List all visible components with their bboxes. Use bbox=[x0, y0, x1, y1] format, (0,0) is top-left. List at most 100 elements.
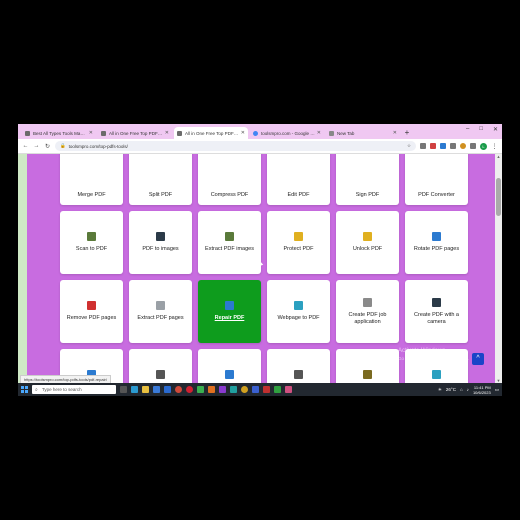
tool-card-protect-pdf[interactable]: Protect PDF bbox=[267, 211, 330, 274]
back-icon[interactable]: ← bbox=[22, 143, 29, 149]
extension-icon[interactable] bbox=[440, 143, 446, 149]
tool-card-pdf-overlay[interactable]: PDF Overlay bbox=[267, 349, 330, 383]
camera-icon bbox=[432, 297, 441, 307]
weather-icon[interactable]: ☀ bbox=[438, 387, 442, 393]
page-scrollbar[interactable]: ▲ ▼ bbox=[495, 154, 502, 383]
tool-card-rotate-pdf-pages[interactable]: Rotate PDF pages bbox=[405, 211, 468, 274]
task-view-icon[interactable] bbox=[120, 386, 127, 393]
tool-card-label: PDF Converter bbox=[418, 192, 455, 198]
job-icon bbox=[363, 297, 372, 307]
app-icon[interactable] bbox=[230, 386, 237, 393]
tab-1[interactable]: All in One Free Top PDFs Tools - Fre ✕ bbox=[98, 127, 172, 139]
mail-icon[interactable] bbox=[164, 386, 171, 393]
desktop-screen: Best All Types Tools Master Hub - Fr ✕ A… bbox=[18, 124, 502, 396]
scrollbar-thumb[interactable] bbox=[496, 178, 501, 216]
extension-icon[interactable] bbox=[460, 143, 466, 149]
tool-card-extract-pdf-images[interactable]: Extract PDF images bbox=[198, 211, 261, 274]
network-icon[interactable]: ⌂ bbox=[460, 387, 463, 392]
extract-images-icon bbox=[225, 232, 234, 241]
opera-icon[interactable] bbox=[186, 386, 193, 393]
app-icon[interactable] bbox=[197, 386, 204, 393]
tool-card-edit-pdf[interactable]: Edit PDF bbox=[267, 154, 330, 205]
tab-2[interactable]: All in One Free Top PDFs Tools - Fre ✕ bbox=[174, 127, 248, 139]
tab-label: New Tab bbox=[337, 130, 355, 136]
windows-taskbar: ⌕ Type here to search ☀ 26°C ⌂ ♪ 11:41 P… bbox=[18, 383, 502, 396]
scroll-to-top-button[interactable]: ^ bbox=[472, 353, 484, 365]
profile-avatar[interactable]: L bbox=[480, 142, 487, 150]
tool-card-add-watermark[interactable]: Add watermark bbox=[129, 349, 192, 383]
store-icon[interactable] bbox=[153, 386, 160, 393]
tool-card-label: Unlock PDF bbox=[352, 246, 383, 252]
tool-card-create-pdf-job-application[interactable]: Create PDF job application bbox=[336, 280, 399, 343]
app-icon[interactable] bbox=[252, 386, 259, 393]
chrome-icon[interactable] bbox=[241, 386, 248, 393]
page-content: Merge PDF Split PDF Compress PDF Edit PDF Si… bbox=[18, 154, 502, 383]
app-icon[interactable] bbox=[208, 386, 215, 393]
maximize-icon[interactable]: □ bbox=[479, 126, 483, 133]
system-tray: ☀ 26°C ⌂ ♪ 11:41 PM 10/6/2023 ▭ bbox=[438, 385, 499, 395]
minimize-icon[interactable]: – bbox=[466, 126, 469, 133]
volume-icon[interactable]: ♪ bbox=[467, 387, 469, 392]
app-icon[interactable] bbox=[219, 386, 226, 393]
tool-card-label: Sign PDF bbox=[355, 192, 380, 198]
notifications-icon[interactable]: ▭ bbox=[495, 387, 499, 393]
reload-icon[interactable]: ↻ bbox=[44, 143, 51, 150]
app-icon[interactable] bbox=[263, 386, 270, 393]
rotate-icon bbox=[432, 232, 441, 241]
tool-card-pdf-to-images[interactable]: PDF to images bbox=[129, 211, 192, 274]
taskbar-clock[interactable]: 11:41 PM 10/6/2023 bbox=[473, 385, 491, 395]
app-icon[interactable] bbox=[285, 386, 292, 393]
extension-icon[interactable] bbox=[420, 143, 426, 149]
globe-icon bbox=[294, 301, 303, 310]
forward-icon[interactable]: → bbox=[33, 143, 40, 149]
tool-card-label: Create PDF with a camera bbox=[414, 311, 459, 325]
tool-card-scan-to-pdf[interactable]: Scan to PDF bbox=[60, 211, 123, 274]
tool-card-webpage-to-pdf[interactable]: Webpage to PDF bbox=[267, 280, 330, 343]
menu-icon[interactable]: ⋮ bbox=[491, 143, 498, 150]
tool-card-compare-pdfs[interactable]: Compare PDFs bbox=[336, 349, 399, 383]
chrome-icon[interactable] bbox=[175, 386, 182, 393]
tool-card-repair-pdf[interactable]: Repair PDF bbox=[198, 280, 261, 343]
tool-card-unlock-pdf[interactable]: Unlock PDF bbox=[336, 211, 399, 274]
edge-icon[interactable] bbox=[131, 386, 138, 393]
repair-icon bbox=[225, 301, 234, 310]
lock-icon[interactable]: 🔒 bbox=[60, 143, 66, 149]
windows-start-icon[interactable] bbox=[21, 386, 28, 393]
puzzle-icon[interactable] bbox=[470, 143, 476, 149]
star-icon[interactable]: ☆ bbox=[407, 143, 411, 149]
tool-card-sign-pdf[interactable]: Sign PDF bbox=[336, 154, 399, 205]
tool-card-label: Scan to PDF bbox=[75, 246, 108, 252]
tool-card-create-pdf-with-a-camera[interactable]: Create PDF with a camera bbox=[405, 280, 468, 343]
video-icon[interactable] bbox=[430, 143, 436, 149]
close-tab-icon[interactable]: ✕ bbox=[165, 130, 169, 136]
tab-label: All in One Free Top PDFs Tools - Fre bbox=[109, 130, 163, 136]
tool-card-compress-pdf[interactable]: Compress PDF bbox=[198, 154, 261, 205]
watermark-title: Activate Windows bbox=[398, 348, 446, 354]
tool-card-remove-pdf-pages[interactable]: Remove PDF pages bbox=[60, 280, 123, 343]
tool-card-merge-pdf[interactable]: Merge PDF bbox=[60, 154, 123, 205]
extension-icon[interactable] bbox=[450, 143, 456, 149]
taskbar-search-input[interactable]: ⌕ Type here to search bbox=[32, 385, 116, 394]
close-tab-icon[interactable]: ✕ bbox=[393, 130, 397, 136]
close-tab-icon[interactable]: ✕ bbox=[317, 130, 321, 136]
tool-card-extract-pdf-pages[interactable]: Extract PDF pages bbox=[129, 280, 192, 343]
address-bar[interactable]: 🔒 toolsmpro.com/top-pdfs-tools/ ☆ bbox=[55, 141, 416, 151]
tab-4[interactable]: New Tab ✕ bbox=[326, 127, 400, 139]
weather-text[interactable]: 26°C bbox=[446, 387, 456, 392]
tab-label: Best All Types Tools Master Hub - Fr bbox=[33, 130, 87, 136]
tab-0[interactable]: Best All Types Tools Master Hub - Fr ✕ bbox=[22, 127, 96, 139]
close-tab-icon[interactable]: ✕ bbox=[89, 130, 93, 136]
scan-icon bbox=[87, 232, 96, 241]
close-tab-icon[interactable]: ✕ bbox=[241, 130, 245, 136]
tool-card-split-pdf[interactable]: Split PDF bbox=[129, 154, 192, 205]
folder-icon[interactable] bbox=[142, 386, 149, 393]
new-tab-button[interactable]: + bbox=[402, 127, 412, 139]
tool-card-pdf-converter[interactable]: PDF Converter bbox=[405, 154, 468, 205]
tab-favicon-icon bbox=[329, 130, 334, 136]
app-icon[interactable] bbox=[274, 386, 281, 393]
web-optimize-icon bbox=[432, 370, 441, 379]
close-window-icon[interactable]: ✕ bbox=[493, 126, 498, 133]
tab-3[interactable]: toolsmpro.com - Google Search ✕ bbox=[250, 127, 324, 139]
scroll-up-icon[interactable]: ▲ bbox=[495, 154, 502, 159]
tool-card-add-page-numbers[interactable]: Add page numbers bbox=[198, 349, 261, 383]
